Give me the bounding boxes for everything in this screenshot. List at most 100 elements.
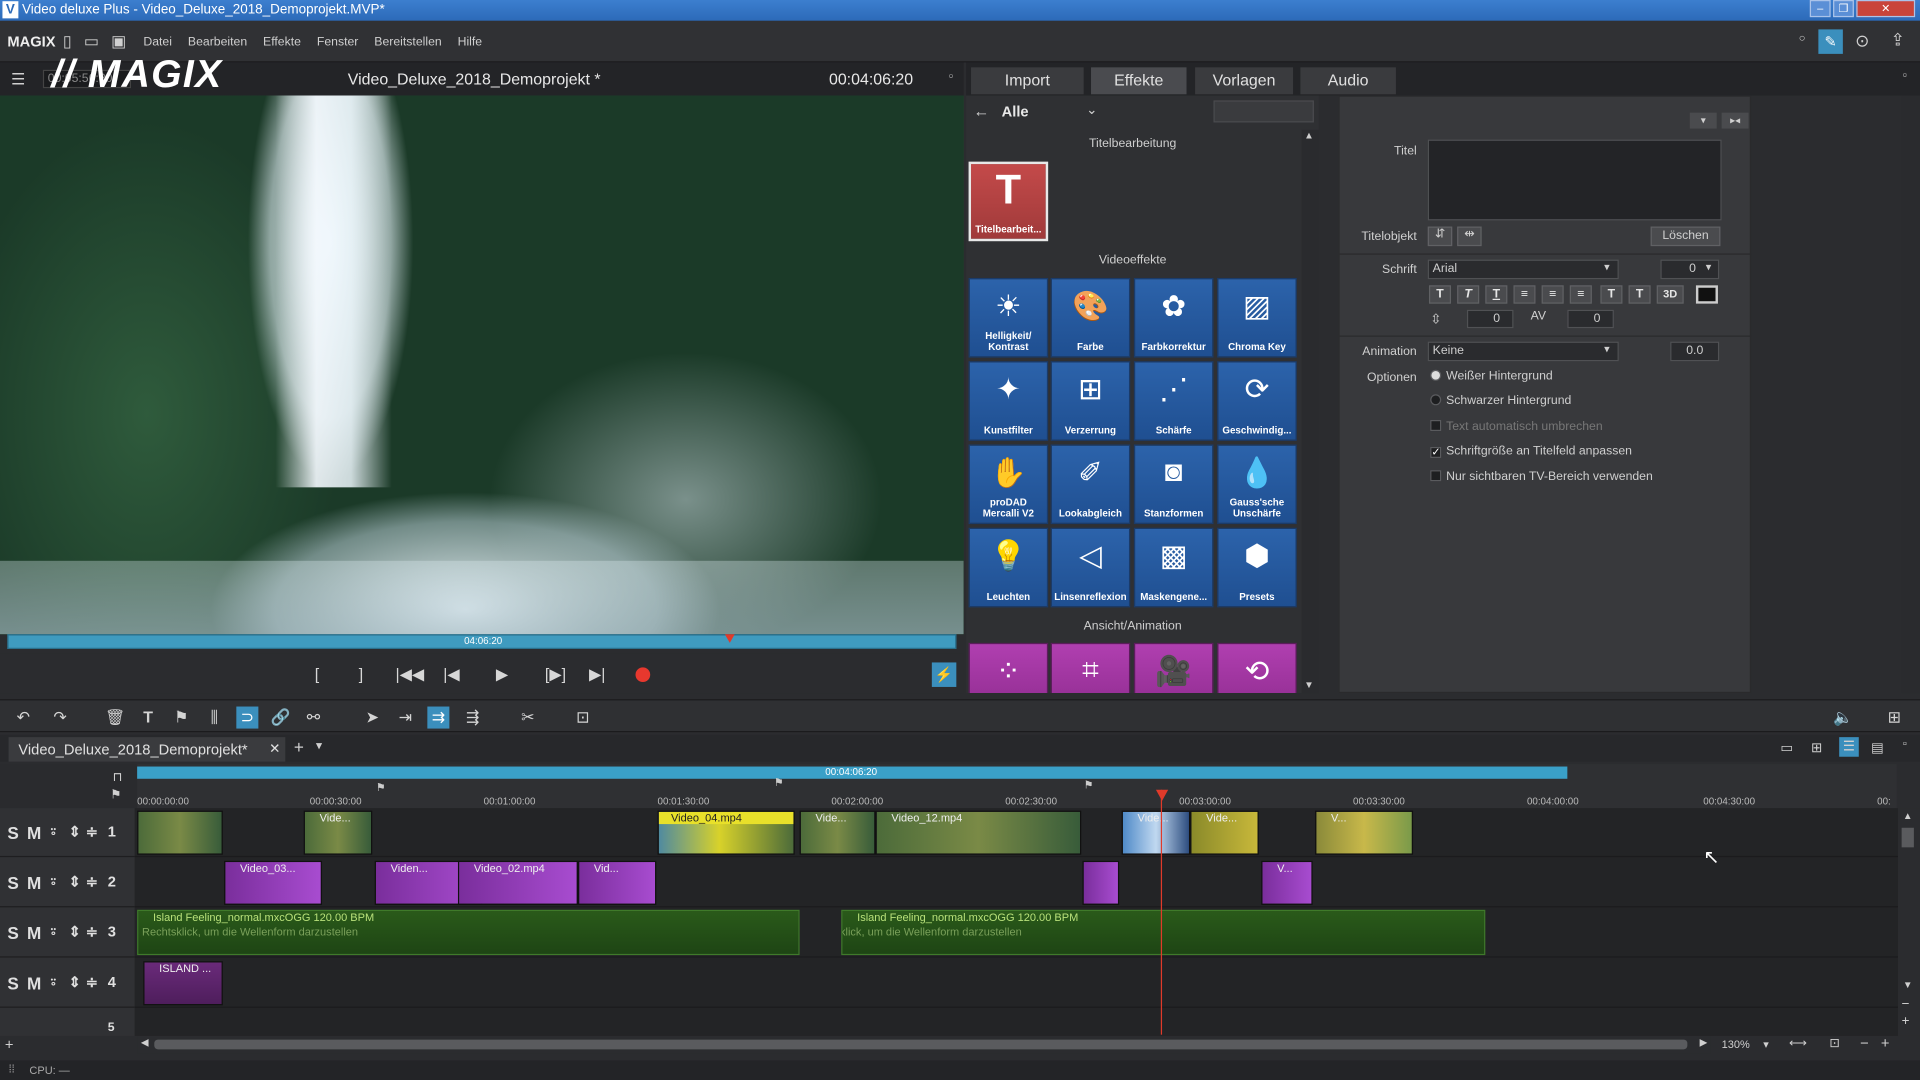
zoom-in-vertical-icon[interactable]: + [1902, 1014, 1910, 1029]
menu-hilfe[interactable]: Hilfe [458, 35, 483, 48]
3d-button[interactable]: 3D [1656, 285, 1684, 304]
effect-tile-lookabgleich[interactable]: ✐ Lookabgleich [1050, 444, 1131, 525]
track-header-5[interactable]: 5 [0, 1009, 135, 1058]
effect-tile-farbkorrektur[interactable]: ✿ Farbkorrektur [1133, 277, 1214, 358]
font-dropdown-arrow-icon[interactable]: ▾ [1604, 261, 1610, 274]
effect-tile-schaerfe[interactable]: ⋰ Schärfe [1133, 361, 1214, 441]
go-to-start-icon[interactable]: |◀◀ [396, 665, 425, 685]
effect-tile-linsenreflexion[interactable]: ◁ Linsenreflexion [1050, 527, 1131, 608]
line-spacing-field[interactable]: 0 [1466, 309, 1514, 329]
maximize-button[interactable]: ❐ [1833, 0, 1854, 18]
track-lock-icon[interactable]: ⍤ [49, 873, 58, 891]
scrub-marker[interactable] [724, 634, 735, 643]
zoom-out-icon[interactable]: − [1860, 1035, 1869, 1052]
split-icon[interactable]: ⫼ [203, 707, 225, 729]
delete-icon[interactable]: 🗑 [104, 707, 126, 729]
go-to-end-icon[interactable]: ▶| [589, 665, 605, 685]
effect-tile-maskengenerator[interactable]: ▩ Maskengene... [1133, 527, 1214, 608]
track-header-4[interactable]: S M ⍤ ⇕ ≑ 4 [0, 959, 135, 1008]
effect-tile-chroma-key[interactable]: ▨ Chroma Key [1217, 277, 1297, 358]
track-lane-3[interactable]: Island Feeling_normal.mxcOGG 120.00 BPM R… [134, 909, 1898, 958]
animation-dropdown-arrow-icon[interactable]: ▾ [1604, 343, 1610, 356]
play-range-bar[interactable]: 00:04:06:20 [137, 766, 1568, 779]
tab-import[interactable]: Import [971, 67, 1084, 95]
video-clip[interactable]: V... [1261, 860, 1313, 905]
color-swatch[interactable] [1695, 285, 1718, 304]
effects-scrollbar[interactable]: ▲ ▼ [1301, 129, 1319, 694]
upload-icon[interactable]: ⇪ [1891, 29, 1905, 50]
link-icon[interactable]: 🔗 [269, 707, 291, 729]
project-tab[interactable]: Video_Deluxe_2018_Demoprojekt* ✕ [8, 737, 286, 762]
video-clip[interactable]: V... [1315, 810, 1414, 855]
track-options-icon[interactable]: ≑ [86, 973, 98, 990]
mute-button[interactable]: M [27, 973, 41, 993]
flash-icon[interactable]: ⚡ [931, 662, 957, 687]
font-size-arrow-icon[interactable]: ▾ [1706, 261, 1712, 274]
redo-icon[interactable]: ↷ [49, 707, 71, 729]
undo-icon[interactable]: ↶ [12, 707, 34, 729]
menu-datei[interactable]: Datei [143, 35, 172, 48]
effect-tile-leuchten[interactable]: 💡 Leuchten [968, 527, 1049, 608]
mark-in-icon[interactable]: [ [315, 665, 319, 683]
outline-button[interactable]: T [1600, 285, 1623, 304]
zoom-level[interactable]: 130% [1722, 1038, 1750, 1050]
bold-button[interactable]: T [1428, 285, 1452, 304]
align-horizontal-icon[interactable]: ⇹ [1457, 226, 1482, 247]
video-clip[interactable] [137, 810, 223, 855]
track-volume-icon[interactable]: ⇕ [69, 973, 81, 990]
fit-width-icon[interactable]: ⟷ [1789, 1037, 1807, 1050]
underline-button[interactable]: T [1485, 285, 1508, 304]
fit-all-icon[interactable]: ⊡ [1829, 1037, 1839, 1050]
align-vertical-icon[interactable]: ⇵ [1427, 226, 1453, 247]
video-clip[interactable]: Vide... [799, 810, 876, 855]
marker-options-icon[interactable]: ⚑ [110, 789, 121, 802]
speaker-icon[interactable]: 🔈 [1832, 707, 1854, 729]
option-white-background[interactable]: Weißer Hintergrund [1430, 369, 1553, 383]
open-folder-icon[interactable]: ▭ [84, 32, 99, 52]
effects-search-input[interactable] [1213, 100, 1314, 123]
option-tv-safe-area[interactable]: Nur sichtbaren TV-Bereich verwenden [1430, 470, 1653, 484]
back-arrow-icon[interactable]: ← [973, 102, 989, 120]
add-track-icon[interactable]: + [5, 1036, 14, 1053]
hamburger-menu-icon[interactable]: ☰ [11, 70, 25, 90]
mute-button[interactable]: M [27, 923, 41, 943]
pointer-icon[interactable]: ➤ [361, 707, 383, 729]
scroll-left-icon[interactable]: ◀ [141, 1037, 149, 1048]
view-single-icon[interactable]: ▭ [1780, 740, 1793, 756]
panel-collapse-icon[interactable]: ▸◂ [1721, 112, 1749, 129]
track-lock-icon[interactable]: ⍤ [49, 923, 58, 941]
settings-icon[interactable]: ⊙ [1855, 31, 1869, 52]
track-options-icon[interactable]: ≑ [86, 823, 98, 840]
video-clip[interactable]: Vid... [577, 860, 657, 905]
solo-button[interactable]: S [7, 923, 18, 943]
horizontal-scroll-thumb[interactable] [154, 1039, 1688, 1050]
timeline-vertical-scrollbar[interactable]: ▲ ▼ − + [1897, 808, 1920, 1036]
video-clip[interactable]: Vide... [1121, 810, 1191, 855]
view-overview-icon[interactable]: ▤ [1871, 740, 1884, 756]
tab-effekte[interactable]: Effekte [1091, 67, 1187, 95]
minimize-button[interactable]: – [1809, 0, 1831, 18]
anim-tile-rotate[interactable]: ⟲ [1217, 642, 1297, 694]
record-icon[interactable] [635, 667, 651, 683]
video-clip-selected[interactable]: Video_04.mp4 [657, 810, 795, 855]
track-header-2[interactable]: S M ⍤ ⇕ ≑ 2 [0, 858, 135, 908]
shadow-button[interactable]: T [1628, 285, 1651, 304]
ruler-marker-1[interactable]: ⚑ [376, 781, 386, 794]
range-select-icon[interactable]: ⇥ [394, 707, 416, 729]
italic-button[interactable]: T [1457, 285, 1480, 304]
animation-dropdown[interactable]: Keine [1427, 341, 1619, 362]
char-spacing-field[interactable]: 0 [1567, 309, 1614, 329]
zoom-in-icon[interactable]: + [1881, 1035, 1890, 1052]
option-black-background[interactable]: Schwarzer Hintergrund [1430, 394, 1571, 408]
track-options-icon[interactable]: ≑ [86, 873, 98, 890]
video-clip[interactable]: Video_02.mp4 [457, 860, 578, 905]
video-preview[interactable] [0, 95, 964, 635]
effect-tile-prodad-mercalli[interactable]: ✋ proDAD Mercalli V2 [968, 444, 1049, 525]
scroll-down-icon[interactable]: ▼ [1304, 680, 1314, 691]
anim-tile-motion-path[interactable]: ⁘ [968, 642, 1049, 694]
chevron-down-icon[interactable]: ⌄ [1086, 102, 1097, 118]
effect-tile-kunstfilter[interactable]: ✦ Kunstfilter [968, 361, 1049, 441]
play-range-icon[interactable]: [▶] [545, 665, 566, 685]
maximize-preview-icon[interactable]: ▫ [949, 70, 953, 82]
scroll-thumb[interactable] [1901, 827, 1914, 848]
